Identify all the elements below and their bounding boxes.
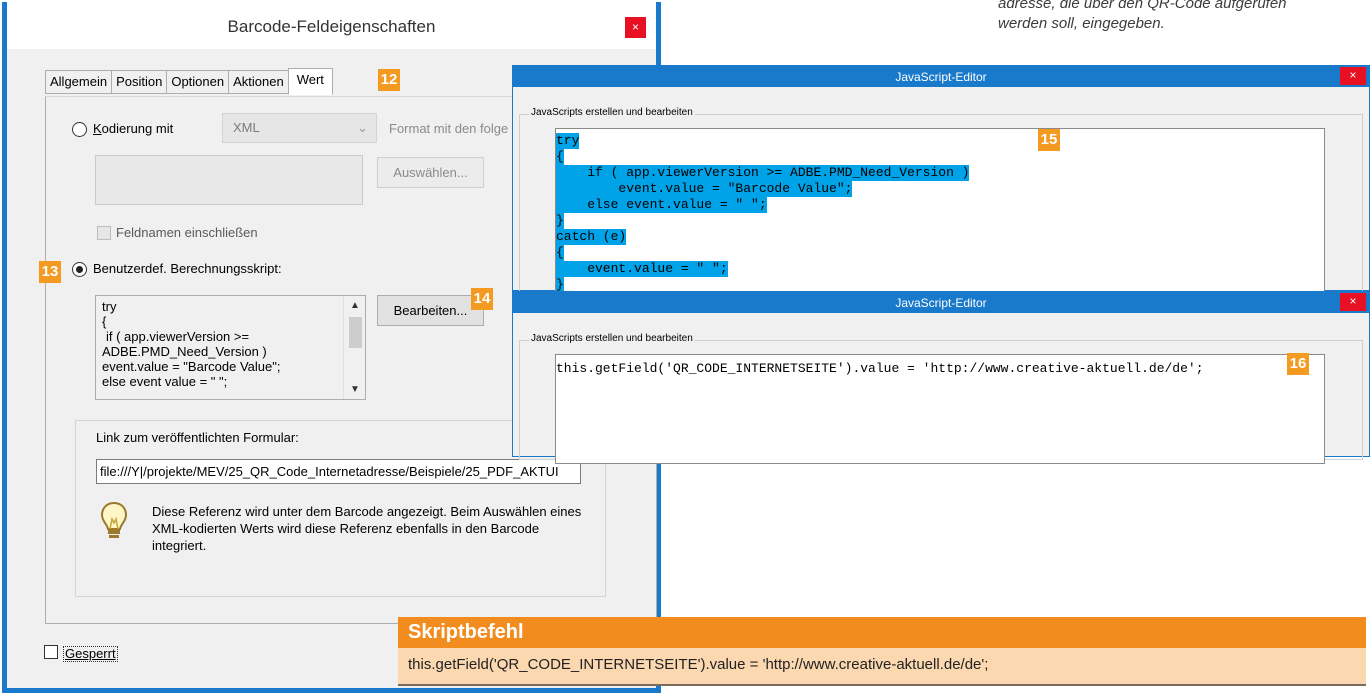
format-label: Format mit den folge — [389, 121, 509, 136]
select-button[interactable]: Auswählen... — [377, 157, 484, 188]
encoding-radio-label: Kodierung mit — [93, 121, 174, 136]
script-command-text: this.getField('QR_CODE_INTERNETSEITE').v… — [398, 648, 1366, 684]
script-line: { — [102, 314, 107, 329]
code-line: event.value = "Barcode Value"; — [556, 181, 853, 197]
tab-aktionen[interactable]: Aktionen — [228, 70, 289, 94]
js-editor-1-close-button[interactable]: × — [1340, 67, 1366, 85]
link-group-label: Link zum veröffentlichten Formular: — [96, 430, 299, 445]
lightbulb-icon — [100, 501, 128, 538]
js-editor-2-code-area[interactable]: this.getField('QR_CODE_INTERNETSEITE').v… — [555, 354, 1325, 464]
js-editor-1-titlebar: JavaScript-Editor × — [513, 66, 1369, 87]
link-url-field[interactable]: file:///Y|/projekte/MEV/25_QR_Code_Inter… — [96, 459, 581, 484]
encoding-select-value: XML — [233, 120, 260, 135]
encoding-select[interactable]: XML ⌄ — [222, 113, 377, 143]
script-command-heading: Skriptbefehl — [398, 617, 1366, 648]
javascript-editor-1: JavaScript-Editor × JavaScripts erstelle… — [512, 65, 1370, 298]
js-editor-1-code-area[interactable]: try { if ( app.viewerVersion >= ADBE.PMD… — [555, 128, 1325, 298]
js-editor-2-titlebar: JavaScript-Editor × — [513, 292, 1369, 313]
script-line: else event value = " "; — [102, 374, 228, 389]
script-scrollbar[interactable]: ▲ ▼ — [343, 296, 365, 399]
tab-optionen[interactable]: Optionen — [166, 70, 230, 94]
custom-script-preview[interactable]: try { if ( app.viewerVersion >= ADBE.PMD… — [95, 295, 366, 400]
code-line: { — [556, 245, 564, 261]
js-editor-2-group-label: JavaScripts erstellen und bearbeiten — [529, 333, 695, 344]
javascript-editor-2: JavaScript-Editor × JavaScripts erstelle… — [512, 291, 1370, 464]
custom-script-radio[interactable] — [72, 262, 87, 277]
encoding-radio-label-rest: odierung mit — [101, 121, 174, 136]
step-badge-15: 15 — [1038, 129, 1060, 151]
step-badge-13: 13 — [39, 261, 61, 283]
step-badge-12: 12 — [378, 69, 400, 91]
code-line: event.value = " "; — [556, 261, 728, 277]
tab-wert[interactable]: Wert — [287, 68, 333, 95]
step-badge-16: 16 — [1287, 353, 1309, 375]
script-command-box: Skriptbefehl this.getField('QR_CODE_INTE… — [398, 617, 1366, 686]
custom-script-label: Benutzerdef. Berechnungsskript: — [93, 261, 282, 276]
tab-allgemein[interactable]: Allgemein — [45, 70, 113, 94]
scroll-up-icon[interactable]: ▲ — [344, 298, 365, 313]
caption-line-1: adresse, die über den QR-Code aufgerufen — [998, 0, 1287, 12]
js-editor-2-title: JavaScript-Editor — [895, 296, 987, 310]
js-editor-2-close-button[interactable]: × — [1340, 293, 1366, 311]
script-line: ADBE.PMD_Need_Version ) — [102, 344, 267, 359]
locked-label: Gesperrt — [63, 646, 118, 662]
chevron-down-icon: ⌄ — [357, 120, 368, 135]
script-line: if ( app.viewerVersion >= — [106, 329, 250, 344]
scroll-down-icon[interactable]: ▼ — [344, 382, 365, 397]
code-line: this.getField('QR_CODE_INTERNETSEITE').v… — [556, 361, 1204, 376]
script-command-divider — [398, 684, 1366, 686]
code-line: if ( app.viewerVersion >= ADBE.PMD_Need_… — [556, 165, 970, 181]
code-line: else event.value = " "; — [556, 197, 767, 213]
script-line: try — [102, 299, 117, 314]
encoding-radio[interactable] — [72, 122, 87, 137]
dialog-titlebar: Barcode-Feldeigenschaften × — [7, 2, 656, 49]
code-line: { — [556, 149, 564, 165]
edit-script-button[interactable]: Bearbeiten... — [377, 295, 484, 326]
caption-line-2: werden soll, eingegeben. — [998, 15, 1165, 32]
dialog-close-button[interactable]: × — [625, 17, 646, 38]
code-line: try — [556, 133, 580, 149]
include-fieldnames-checkbox[interactable] — [97, 226, 111, 240]
step-badge-14: 14 — [471, 288, 493, 310]
js-editor-1-group-label: JavaScripts erstellen und bearbeiten — [529, 107, 695, 118]
script-line: event.value = "Barcode Value"; — [102, 359, 281, 374]
article-caption: adresse, die über den QR-Code aufgerufen… — [998, 0, 1348, 34]
include-fieldnames-label: Feldnamen einschließen — [116, 225, 258, 240]
tab-bar: Allgemein Position Optionen Aktionen Wert — [45, 68, 333, 95]
info-text: Diese Referenz wird unter dem Barcode an… — [152, 504, 582, 553]
code-line: } — [556, 213, 564, 229]
code-line: catch (e) — [556, 229, 627, 245]
scroll-thumb[interactable] — [349, 317, 362, 348]
dialog-title: Barcode-Feldeigenschaften — [227, 17, 436, 36]
tab-position[interactable]: Position — [111, 70, 168, 94]
js-editor-1-title: JavaScript-Editor — [895, 70, 987, 84]
locked-checkbox[interactable] — [44, 645, 58, 659]
encoding-fields-box — [95, 155, 363, 205]
